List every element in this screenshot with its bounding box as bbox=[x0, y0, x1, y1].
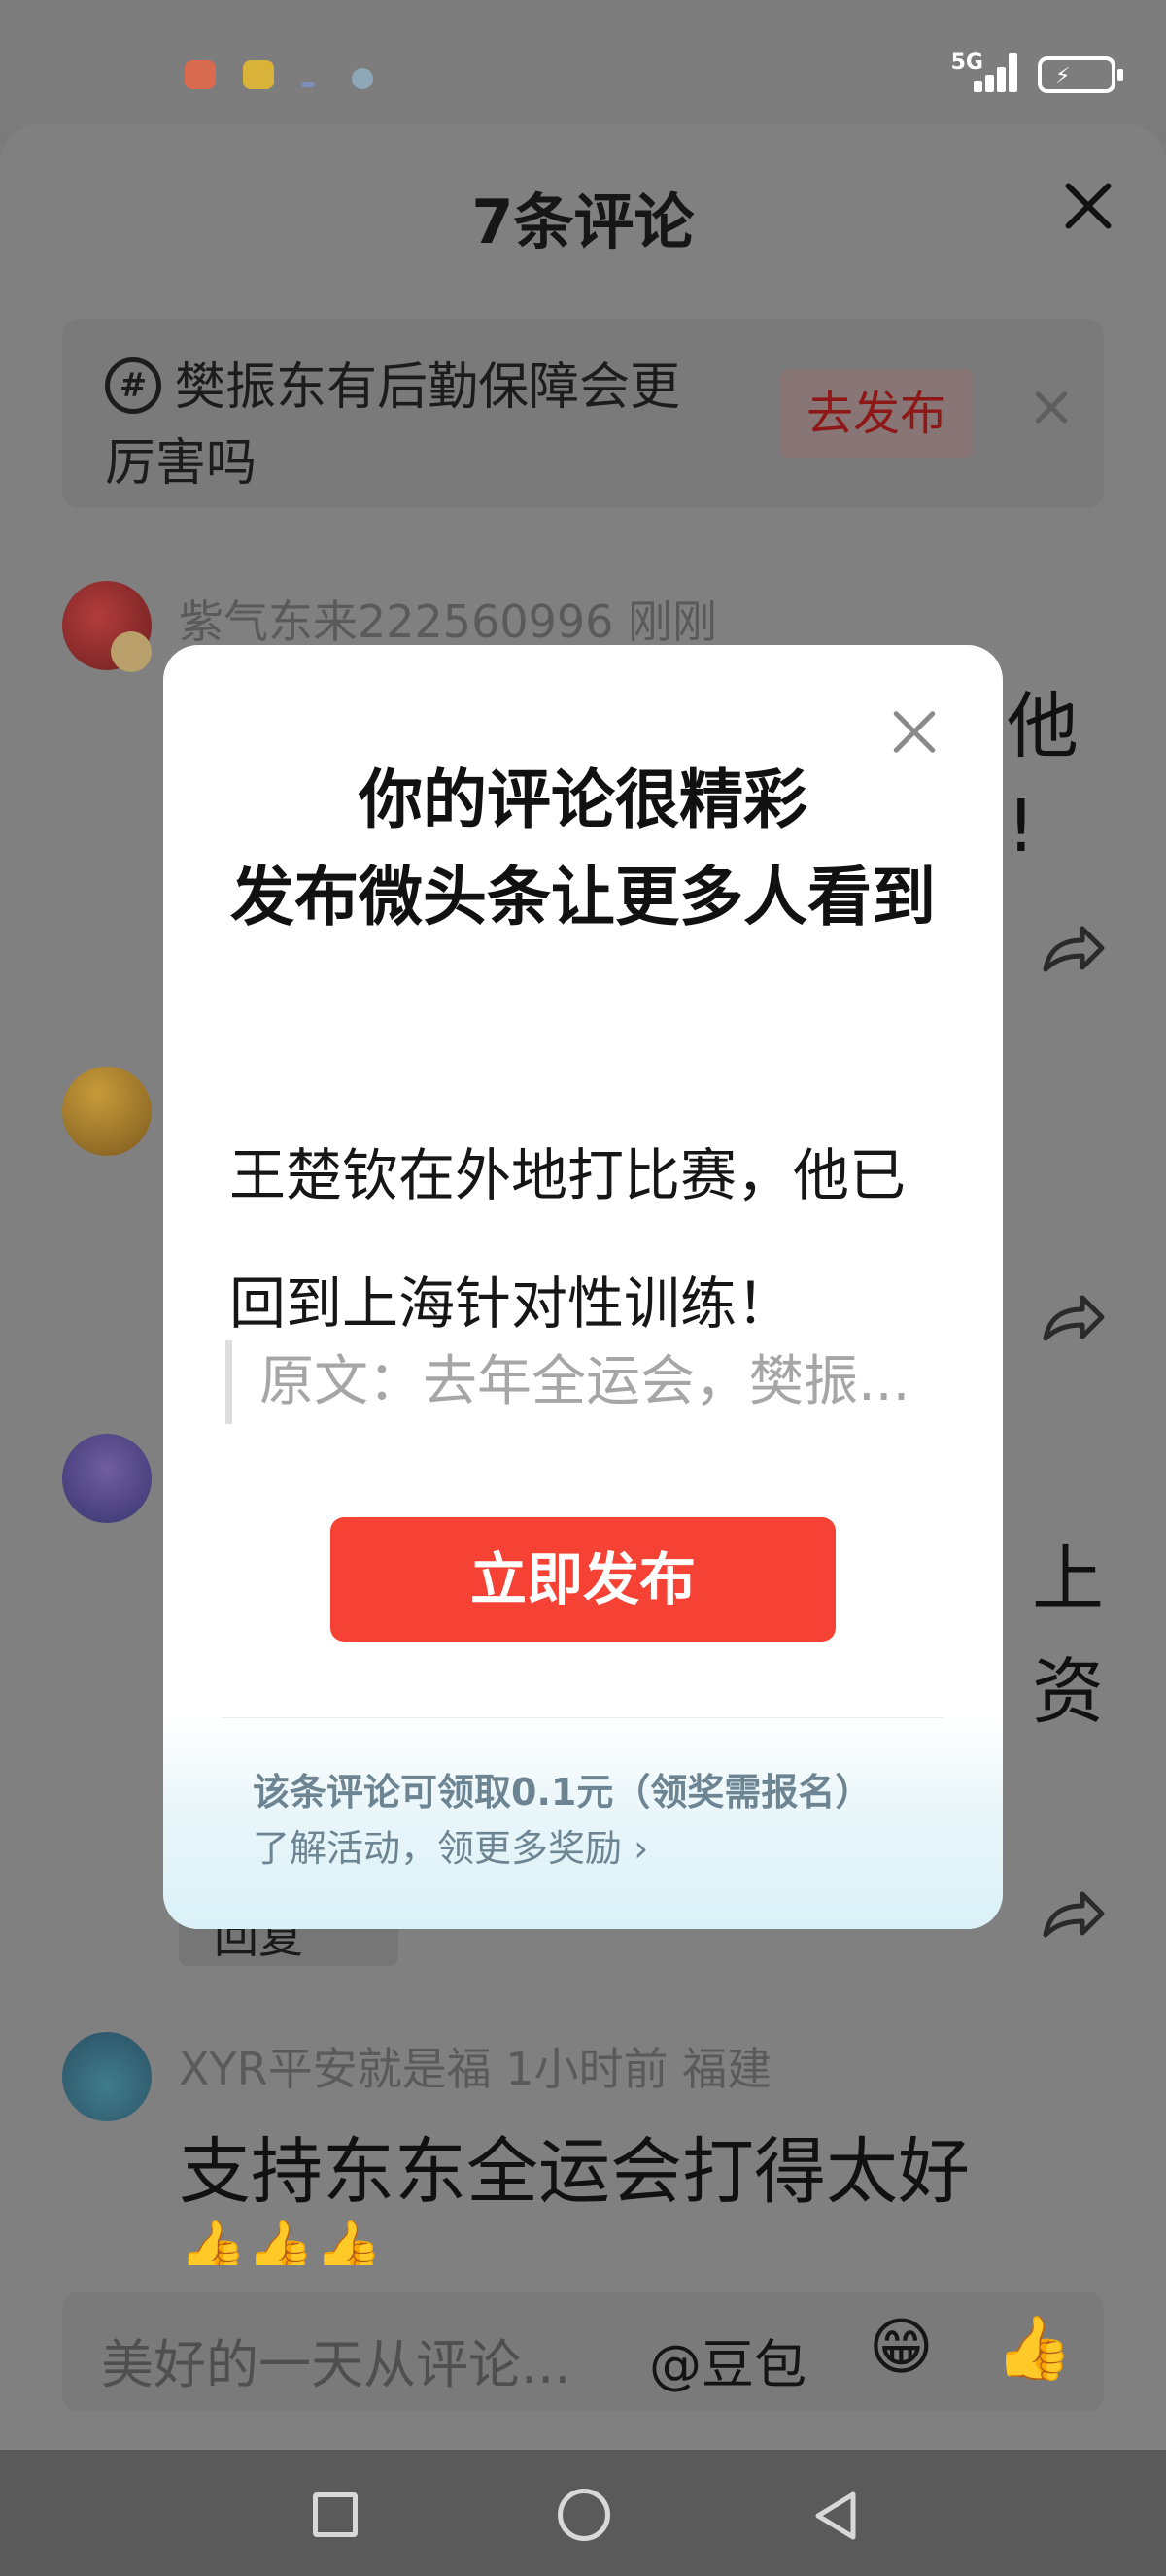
notification-app-icon bbox=[352, 68, 373, 89]
signal-icon bbox=[952, 53, 1020, 92]
status-bar: 5G ⚡ bbox=[0, 0, 1166, 126]
avatar[interactable] bbox=[62, 2032, 152, 2121]
sheet-close-icon[interactable] bbox=[1049, 168, 1127, 246]
notification-app-icon bbox=[301, 82, 315, 87]
comment-input-bar[interactable]: 美好的一天从评论... @豆包 😁 👍 bbox=[62, 2292, 1104, 2411]
sheet-title: 7条评论 bbox=[471, 186, 695, 257]
publish-now-button[interactable]: 立即发布 bbox=[330, 1517, 836, 1642]
share-icon[interactable] bbox=[1040, 919, 1108, 977]
battery-charging-icon: ⚡ bbox=[1038, 56, 1123, 93]
comment-input-placeholder[interactable]: 美好的一天从评论... bbox=[101, 2322, 571, 2398]
dialog-title: 你的评论很精彩 发布微头条让更多人看到 bbox=[222, 752, 944, 946]
avatar-badge bbox=[111, 631, 152, 672]
learn-more-link[interactable]: 了解活动，领更多奖励 › bbox=[253, 1818, 648, 1872]
comment-text-fragment: 上 bbox=[1032, 1538, 1104, 1621]
comment-emoji: 👍👍👍 bbox=[179, 2218, 383, 2265]
publish-promo-dialog: 你的评论很精彩 发布微头条让更多人看到 王楚钦在外地打比赛，他已回到上海针对性训… bbox=[163, 645, 1003, 1929]
notification-app-icon bbox=[185, 60, 216, 89]
notification-app-icon bbox=[243, 60, 274, 89]
dialog-title-line-1: 你的评论很精彩 bbox=[359, 763, 807, 837]
dialog-title-line-2: 发布微头条让更多人看到 bbox=[230, 860, 936, 934]
avatar[interactable] bbox=[62, 1067, 152, 1156]
comment-text: 支持东东全运会打得太好 bbox=[179, 2130, 970, 2214]
comment-text-fragment: 他 bbox=[1007, 685, 1079, 768]
avatar[interactable] bbox=[62, 1434, 152, 1523]
thumbs-up-emoji-button[interactable]: 👍 bbox=[995, 2312, 1073, 2385]
back-button-icon[interactable] bbox=[806, 2487, 865, 2545]
recents-button-icon[interactable] bbox=[313, 2492, 358, 2537]
topic-publish-button[interactable]: 去发布 bbox=[779, 369, 974, 458]
home-button-icon[interactable] bbox=[558, 2489, 610, 2541]
topic-close-icon[interactable] bbox=[1022, 379, 1080, 437]
dialog-original-quote: 原文：去年全运会，樊振... bbox=[225, 1340, 944, 1424]
share-icon[interactable] bbox=[1040, 1884, 1108, 1943]
dialog-comment-text: 王楚钦在外地打比赛，他已回到上海针对性训练！ bbox=[229, 1142, 907, 1337]
reward-text: 该条评论可领取0.1元（领奖需报名） bbox=[253, 1771, 873, 1813]
comment-meta: XYR平安就是福 1小时前 福建 bbox=[179, 2043, 772, 2095]
topic-banner[interactable]: # 樊振东有后勤保障会更厉害吗 去发布 bbox=[62, 319, 1104, 508]
grin-emoji-button[interactable]: 😁 bbox=[869, 2312, 934, 2384]
reward-footer[interactable]: 该条评论可领取0.1元（领奖需报名） 了解活动，领更多奖励 › bbox=[163, 1717, 1003, 1929]
system-navigation-bar bbox=[0, 2450, 1166, 2576]
comment-text-fragment: ! bbox=[1007, 785, 1036, 868]
comment-text-fragment: 资 bbox=[1032, 1650, 1104, 1734]
topic-text: 樊振东有后勤保障会更厉害吗 bbox=[105, 358, 681, 492]
comment-meta: 紫气东来222560996 刚刚 bbox=[179, 595, 718, 648]
mention-doubao-button[interactable]: @豆包 bbox=[649, 2322, 806, 2398]
share-icon[interactable] bbox=[1040, 1288, 1108, 1346]
